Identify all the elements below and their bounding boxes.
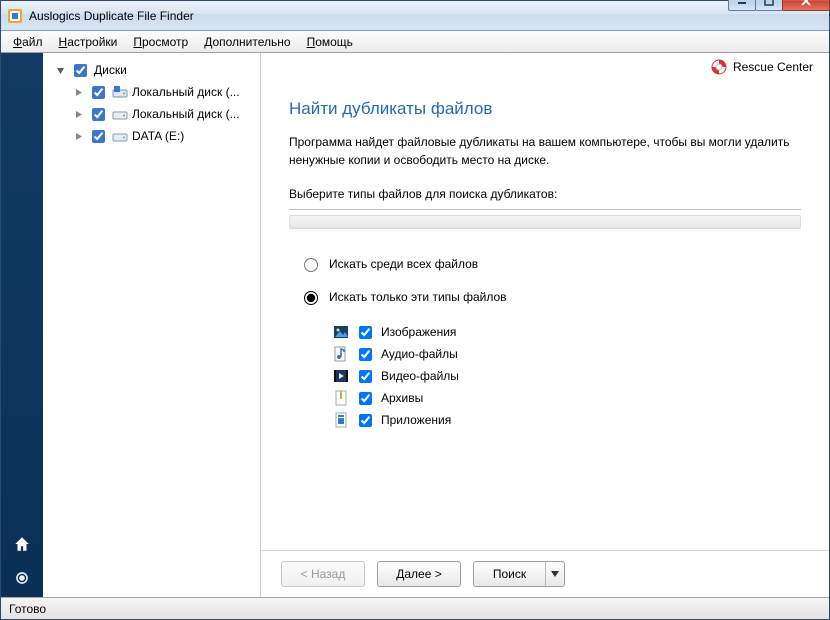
filetype-label: Видео-файлы — [381, 365, 459, 387]
minimize-button[interactable] — [728, 0, 756, 11]
search-dropdown-caret[interactable] — [546, 571, 564, 577]
tree-root-label: Диски — [94, 59, 127, 81]
tree-children: Локальный диск (...Локальный диск (...DA… — [55, 81, 256, 147]
drive-tree: Диски Локальный диск (...Локальный диск … — [47, 59, 256, 147]
client-area: Диски Локальный диск (...Локальный диск … — [1, 53, 829, 597]
close-button[interactable] — [782, 0, 830, 11]
archive-icon — [333, 390, 349, 406]
window-controls — [729, 0, 830, 11]
image-icon — [333, 324, 349, 340]
radio-search-all[interactable]: Искать среди всех файлов — [299, 255, 801, 272]
tree-item-checkbox[interactable] — [92, 86, 105, 99]
next-button-label: Далее > — [396, 567, 442, 581]
side-strip — [1, 53, 43, 597]
menu-дополнительно[interactable]: Дополнительно — [196, 33, 298, 51]
back-button[interactable]: < Назад — [281, 561, 365, 587]
video-icon — [333, 368, 349, 384]
filetype-row: Аудио-файлы — [333, 343, 801, 365]
filetype-checkbox[interactable] — [359, 326, 372, 339]
radio-search-types-input[interactable] — [304, 291, 318, 305]
minimize-icon — [737, 0, 747, 6]
audio-icon — [333, 346, 349, 362]
window-title: Auslogics Duplicate File Finder — [29, 8, 729, 23]
tree-item[interactable]: Локальный диск (... — [73, 103, 256, 125]
page-headline: Найти дубликаты файлов — [289, 99, 801, 119]
lifebuoy-icon — [711, 59, 727, 75]
tree-item[interactable]: DATA (E:) — [73, 125, 256, 147]
app-window: Auslogics Duplicate File Finder ФайлНаст… — [0, 0, 830, 620]
menu-помощь[interactable]: Помощь — [299, 33, 361, 51]
close-icon — [800, 0, 812, 6]
filetype-label: Изображения — [381, 321, 456, 343]
drive-icon — [112, 84, 128, 100]
app-icon — [7, 8, 23, 24]
menu-просмотр[interactable]: Просмотр — [125, 33, 196, 51]
search-button-label: Поиск — [474, 562, 546, 586]
next-button[interactable]: Далее > — [377, 561, 461, 587]
tree-root-checkbox[interactable] — [74, 64, 87, 77]
search-split-button[interactable]: Поиск — [473, 561, 565, 587]
titlebar[interactable]: Auslogics Duplicate File Finder — [1, 1, 829, 31]
radio-search-types-label: Искать только эти типы файлов — [329, 290, 507, 304]
app-icon — [333, 412, 349, 428]
filetype-checkbox[interactable] — [359, 348, 372, 361]
main-content: Rescue Center Найти дубликаты файлов Про… — [261, 53, 829, 550]
filetype-label: Аудио-файлы — [381, 343, 458, 365]
collapse-icon[interactable] — [55, 65, 66, 76]
chevron-down-icon — [551, 571, 559, 577]
maximize-icon — [764, 0, 774, 6]
main-panel: Rescue Center Найти дубликаты файлов Про… — [261, 53, 829, 597]
filetype-row: Приложения — [333, 409, 801, 431]
drive-icon — [112, 128, 128, 144]
filetype-list: ИзображенияАудио-файлыВидео-файлыАрхивыП… — [299, 321, 801, 431]
filetype-label: Приложения — [381, 409, 451, 431]
tree-item-label: Локальный диск (... — [132, 103, 240, 125]
tree-item-label: Локальный диск (... — [132, 81, 240, 103]
statusbar: Готово — [1, 597, 829, 619]
expand-icon[interactable] — [73, 87, 84, 98]
rescue-center-label: Rescue Center — [733, 60, 813, 74]
filetype-checkbox[interactable] — [359, 414, 372, 427]
expand-icon[interactable] — [73, 109, 84, 120]
filetype-label: Архивы — [381, 387, 423, 409]
expand-icon[interactable] — [73, 131, 84, 142]
back-button-label: < Назад — [301, 567, 346, 581]
home-icon[interactable] — [13, 535, 31, 553]
tree-item[interactable]: Локальный диск (... — [73, 81, 256, 103]
drive-icon — [112, 106, 128, 122]
filetype-row: Архивы — [333, 387, 801, 409]
menu-настройки[interactable]: Настройки — [51, 33, 126, 51]
intro-paragraph: Программа найдет файловые дубликаты на в… — [289, 133, 801, 169]
filetype-checkbox[interactable] — [359, 370, 372, 383]
radio-search-all-label: Искать среди всех файлов — [329, 257, 478, 271]
filetype-row: Изображения — [333, 321, 801, 343]
filetype-subhead: Выберите типы файлов для поиска дубликат… — [289, 187, 801, 201]
wizard-button-bar: < Назад Далее > Поиск — [261, 550, 829, 597]
filetype-row: Видео-файлы — [333, 365, 801, 387]
drive-tree-panel: Диски Локальный диск (...Локальный диск … — [43, 53, 261, 597]
section-divider — [289, 209, 801, 211]
status-text: Готово — [9, 602, 46, 616]
rescue-center-link[interactable]: Rescue Center — [711, 59, 813, 75]
tree-root-row[interactable]: Диски — [55, 59, 256, 81]
menubar: ФайлНастройкиПросмотрДополнительноПомощь — [1, 31, 829, 53]
radio-search-all-input[interactable] — [304, 258, 318, 272]
filetype-checkbox[interactable] — [359, 392, 372, 405]
tree-item-checkbox[interactable] — [92, 130, 105, 143]
radio-search-types[interactable]: Искать только эти типы файлов — [299, 288, 801, 305]
maximize-button[interactable] — [755, 0, 783, 11]
tree-item-checkbox[interactable] — [92, 108, 105, 121]
settings-gear-icon[interactable] — [13, 569, 31, 587]
tree-item-label: DATA (E:) — [132, 125, 184, 147]
progress-placeholder — [289, 215, 801, 229]
menu-файл[interactable]: Файл — [5, 33, 51, 51]
